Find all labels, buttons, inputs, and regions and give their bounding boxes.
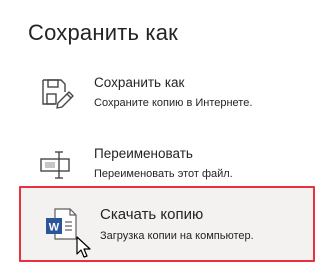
- save-as-description: Сохраните копию в Интернете.: [94, 97, 253, 109]
- rename-icon: [38, 146, 74, 182]
- save-as-menu-item[interactable]: Сохранить как Сохраните копию в Интернет…: [18, 65, 318, 123]
- rename-description: Переименовать этот файл.: [94, 168, 233, 180]
- download-copy-description: Загрузка копии на компьютер.: [100, 230, 254, 242]
- mouse-pointer-icon: [76, 236, 92, 260]
- page-title: Сохранить как: [28, 20, 179, 45]
- rename-label: Переименовать: [94, 146, 193, 161]
- save-as-panel: Сохранить как Сохранить как Сохраните ко…: [0, 0, 327, 277]
- word-document-icon: W: [43, 206, 79, 242]
- download-copy-label: Скачать копию: [100, 206, 204, 223]
- download-copy-menu-item[interactable]: W Скачать копию Загрузка копии на компью…: [19, 186, 315, 262]
- svg-text:W: W: [49, 222, 60, 234]
- save-as-label: Сохранить как: [94, 75, 185, 90]
- save-as-icon: [38, 75, 74, 111]
